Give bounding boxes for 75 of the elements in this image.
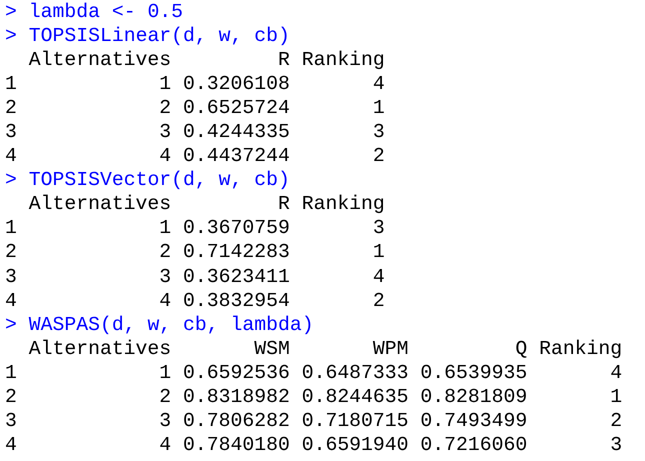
row-label: 4	[5, 290, 17, 312]
column-header: R	[278, 49, 290, 72]
table-cell: 1	[159, 73, 172, 96]
table-cell: 0.7180715	[302, 410, 409, 432]
column-header: Alternatives	[28, 338, 172, 360]
table-cell: 4	[610, 362, 622, 384]
column-header: Alternatives	[28, 193, 172, 216]
table-cell: 1	[372, 241, 385, 264]
row-label: 2	[5, 241, 17, 264]
row-label: 3	[5, 121, 17, 144]
table-cell: 2	[159, 97, 172, 120]
row-label: 2	[5, 386, 17, 408]
table-cell: 3	[372, 217, 385, 240]
table-cell: 0.6592536	[183, 362, 290, 384]
table-cell: 0.7142283	[183, 241, 290, 264]
table-cell: 0.7493499	[420, 410, 528, 432]
row-label: 3	[5, 410, 17, 432]
table-cell: 0.4244335	[183, 121, 290, 144]
table-cell: 2	[372, 145, 385, 168]
column-header: Alternatives	[28, 49, 172, 72]
table-cell: 3	[159, 410, 172, 432]
row-label: 3	[5, 266, 17, 288]
table-cell: 0.3670759	[183, 217, 290, 240]
row-label: 1	[5, 362, 17, 384]
table-cell: 4	[372, 266, 385, 288]
table-cell: 0.6487333	[302, 362, 409, 384]
table-cell: 2	[159, 241, 172, 264]
prompt-symbol: >	[5, 0, 17, 24]
table-cell: 0.3623411	[183, 266, 290, 288]
prompt-symbol: >	[5, 24, 17, 48]
column-header: R	[278, 193, 290, 216]
column-header: WPM	[372, 338, 409, 360]
column-header: WSM	[254, 338, 290, 360]
table-cell: 0.8318982	[183, 386, 290, 408]
table-cell: 0.7806282	[183, 410, 290, 432]
table-cell: 1	[610, 386, 622, 408]
table-cell: 0.6591940	[302, 434, 409, 456]
table-cell: 0.3206108	[183, 73, 290, 96]
row-label: 2	[5, 97, 17, 120]
table-cell: 3	[159, 266, 172, 288]
table-cell: 0.8281809	[420, 386, 528, 408]
table-cell: 2	[372, 290, 385, 312]
column-header: Ranking	[302, 193, 385, 216]
table-cell: 1	[159, 362, 172, 384]
table-cell: 3	[610, 434, 622, 456]
row-label: 1	[5, 217, 17, 240]
table-cell: 4	[372, 73, 385, 96]
console-command: TOPSISLinear(d, w, cb)	[28, 24, 290, 48]
table-cell: 1	[372, 97, 385, 120]
table-cell: 4	[159, 290, 172, 312]
table-cell: 3	[159, 121, 172, 144]
table-cell: 0.3832954	[183, 290, 290, 312]
console-command: TOPSISVector(d, w, cb)	[28, 168, 290, 192]
column-header: Ranking	[302, 49, 385, 72]
table-cell: 4	[159, 434, 172, 456]
table-cell: 1	[159, 217, 172, 240]
console-command: WASPAS(d, w, cb, lambda)	[28, 312, 314, 337]
table-cell: 0.8244635	[302, 386, 409, 408]
table-cell: 0.7840180	[183, 434, 290, 456]
table-cell: 3	[372, 121, 385, 144]
table-cell: 0.6525724	[183, 97, 290, 120]
column-header: Q	[515, 338, 528, 360]
prompt-symbol: >	[5, 168, 17, 192]
table-cell: 2	[610, 410, 622, 432]
row-label: 1	[5, 73, 17, 96]
column-header: Ranking	[539, 338, 622, 360]
table-cell: 0.6539935	[420, 362, 528, 384]
row-label: 4	[5, 145, 17, 168]
table-cell: 0.7216060	[420, 434, 528, 456]
row-label: 4	[5, 434, 17, 456]
table-cell: 2	[159, 386, 172, 408]
console-command: lambda <- 0.5	[28, 0, 184, 24]
table-cell: 4	[159, 145, 172, 168]
table-cell: 0.4437244	[183, 145, 290, 168]
prompt-symbol: >	[5, 312, 17, 337]
